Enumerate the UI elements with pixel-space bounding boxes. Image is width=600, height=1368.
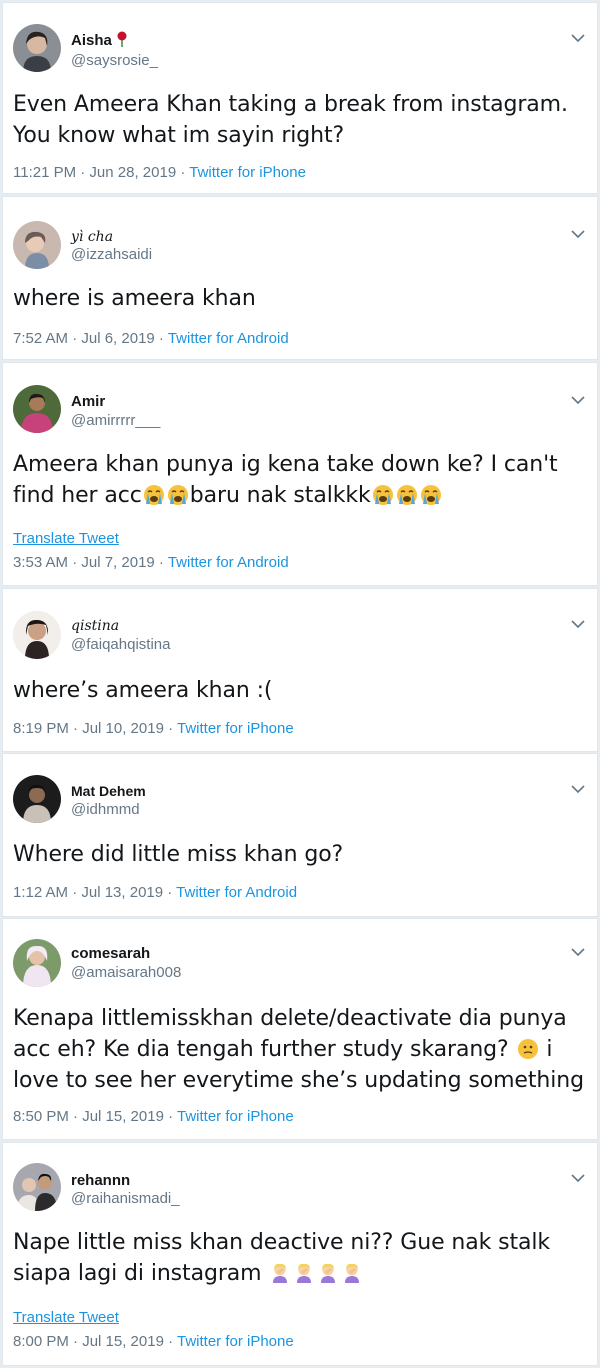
tweet-source[interactable]: Twitter for iPhone — [177, 1108, 294, 1125]
confused-face-icon — [517, 1038, 539, 1060]
tweet-text: where is ameera khan — [13, 286, 256, 311]
tweet-text: Kenapa littlemisskhan delete/deactivate … — [13, 1006, 584, 1093]
tweet-meta: 8:00 PM · Jul 15, 2019 · Twitter for iPh… — [13, 1333, 294, 1350]
timestamp[interactable]: 3:53 AM · Jul 7, 2019 · — [13, 554, 168, 571]
chevron-down-icon[interactable] — [571, 395, 585, 405]
chevron-down-icon[interactable] — [571, 33, 585, 43]
avatar[interactable] — [13, 939, 61, 987]
display-name[interactable]: Mat Dehem — [71, 783, 146, 799]
tweet-card[interactable]: yì cha @izzahsaidi where is ameera khan … — [2, 196, 598, 360]
display-name[interactable]: yì cha — [71, 229, 113, 245]
user-handle[interactable]: @amirrrrr___ — [71, 412, 160, 429]
tweet-source[interactable]: Twitter for Android — [168, 330, 289, 347]
tweet-meta: 8:50 PM · Jul 15, 2019 · Twitter for iPh… — [13, 1108, 294, 1125]
tweet-text: where’s ameera khan :( — [13, 678, 273, 703]
tweet-meta: 8:19 PM · Jul 10, 2019 · Twitter for iPh… — [13, 720, 294, 737]
user-handle[interactable]: @faiqahqistina — [71, 636, 170, 653]
tweet-card[interactable]: comesarah @amaisarah008 Kenapa littlemis… — [2, 918, 598, 1140]
tweet-card[interactable]: qistina @faiqahqistina where’s ameera kh… — [2, 588, 598, 752]
tweet-meta: 7:52 AM · Jul 6, 2019 · Twitter for Andr… — [13, 330, 289, 347]
display-name[interactable]: Aisha — [71, 31, 128, 49]
woman-facepalming-icon — [293, 1262, 315, 1284]
timestamp[interactable]: 8:19 PM · Jul 10, 2019 · — [13, 720, 177, 737]
avatar[interactable] — [13, 24, 61, 72]
tweet-text: Ameera khan punya ig kena take down ke? … — [13, 452, 558, 508]
loudly-crying-face-icon — [420, 484, 442, 506]
tweet-card[interactable]: rehannn @raihanismadi_ Nape little miss … — [2, 1142, 598, 1366]
chevron-down-icon[interactable] — [571, 784, 585, 794]
user-handle[interactable]: @amaisarah008 — [71, 964, 181, 981]
timestamp[interactable]: 7:52 AM · Jul 6, 2019 · — [13, 330, 168, 347]
loudly-crying-face-icon — [143, 484, 165, 506]
display-name[interactable]: rehannn — [71, 1172, 130, 1189]
avatar[interactable] — [13, 385, 61, 433]
timestamp[interactable]: 8:50 PM · Jul 15, 2019 · — [13, 1108, 177, 1125]
tweet-card[interactable]: Aisha @saysrosie_ Even Ameera Khan takin… — [2, 2, 598, 194]
avatar[interactable] — [13, 611, 61, 659]
tweet-source[interactable]: Twitter for iPhone — [177, 1333, 294, 1350]
loudly-crying-face-icon — [167, 484, 189, 506]
display-name[interactable]: comesarah — [71, 945, 150, 962]
translate-tweet-link[interactable]: Translate Tweet — [13, 1309, 119, 1326]
tweet-source[interactable]: Twitter for iPhone — [177, 720, 294, 737]
timestamp[interactable]: 1:12 AM · Jul 13, 2019 · — [13, 884, 176, 901]
chevron-down-icon[interactable] — [571, 947, 585, 957]
user-handle[interactable]: @idhmmd — [71, 801, 140, 818]
loudly-crying-face-icon — [372, 484, 394, 506]
tweet-meta: 1:12 AM · Jul 13, 2019 · Twitter for And… — [13, 884, 297, 901]
avatar[interactable] — [13, 775, 61, 823]
tweet-text: Where did little miss khan go? — [13, 842, 344, 867]
tweet-source[interactable]: Twitter for iPhone — [189, 164, 306, 181]
tweet-source[interactable]: Twitter for Android — [168, 554, 289, 571]
loudly-crying-face-icon — [396, 484, 418, 506]
tweet-text: Even Ameera Khan taking a break from ins… — [13, 92, 568, 148]
avatar[interactable] — [13, 1163, 61, 1211]
woman-facepalming-icon — [341, 1262, 363, 1284]
avatar[interactable] — [13, 221, 61, 269]
rose-icon — [117, 31, 127, 47]
timestamp[interactable]: 8:00 PM · Jul 15, 2019 · — [13, 1333, 177, 1350]
tweet-card[interactable]: Mat Dehem @idhmmd Where did little miss … — [2, 753, 598, 917]
user-handle[interactable]: @raihanismadi_ — [71, 1190, 180, 1207]
woman-facepalming-icon — [269, 1262, 291, 1284]
chevron-down-icon[interactable] — [571, 1173, 585, 1183]
display-name[interactable]: qistina — [71, 618, 119, 634]
tweet-meta: 11:21 PM · Jun 28, 2019 · Twitter for iP… — [13, 164, 306, 181]
user-handle[interactable]: @saysrosie_ — [71, 52, 158, 69]
chevron-down-icon[interactable] — [571, 619, 585, 629]
tweet-text: Nape little miss khan deactive ni?? Gue … — [13, 1230, 551, 1286]
user-handle[interactable]: @izzahsaidi — [71, 246, 152, 263]
tweet-meta: 3:53 AM · Jul 7, 2019 · Twitter for Andr… — [13, 554, 289, 571]
tweet-source[interactable]: Twitter for Android — [176, 884, 297, 901]
tweet-card[interactable]: Amir @amirrrrr___ Ameera khan punya ig k… — [2, 362, 598, 586]
timestamp[interactable]: 11:21 PM · Jun 28, 2019 · — [13, 164, 189, 181]
woman-facepalming-icon — [317, 1262, 339, 1284]
translate-tweet-link[interactable]: Translate Tweet — [13, 530, 119, 547]
display-name[interactable]: Amir — [71, 393, 105, 410]
chevron-down-icon[interactable] — [571, 229, 585, 239]
